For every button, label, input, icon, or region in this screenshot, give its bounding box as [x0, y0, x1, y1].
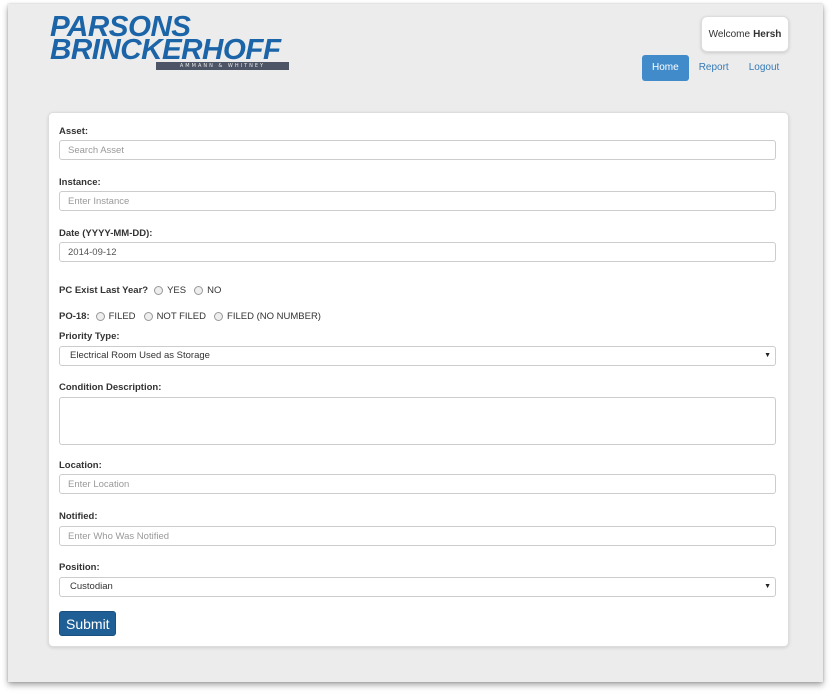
dropdown-caret-icon: ▼ [764, 352, 771, 359]
logo-subline: AMMANN & WHITNEY [156, 62, 289, 70]
company-logo: PARSONS BRINCKERHOFF AMMANN & WHITNEY [50, 13, 290, 72]
pc-exist-no-radio[interactable] [194, 286, 204, 295]
priority-label: Priority Type: [59, 331, 120, 342]
notified-label: Notified: [59, 511, 98, 522]
pc-exist-label: PC Exist Last Year? [59, 285, 149, 296]
condition-description-textarea[interactable] [59, 397, 776, 445]
pc-exist-row: PC Exist Last Year? YES NO [59, 285, 227, 296]
priority-type-value: Electrical Room Used as Storage [70, 350, 210, 361]
nav-report[interactable]: Report [689, 55, 739, 81]
asset-label: Asset: [59, 126, 89, 137]
po18-label: PO-18: [59, 311, 90, 322]
pc-exist-no-label: NO [207, 285, 222, 296]
main-nav: Home Report Logout [642, 55, 789, 81]
date-label: Date (YYYY-MM-DD): [59, 228, 153, 239]
notified-input[interactable] [59, 526, 776, 546]
po18-row: PO-18: FILED NOT FILED FILED (NO NUMBER) [59, 311, 327, 322]
nav-logout[interactable]: Logout [739, 55, 790, 81]
user-name: Hersh [753, 28, 782, 40]
submit-button[interactable]: Submit [59, 611, 116, 636]
po18-not-filed-label: NOT FILED [156, 311, 207, 322]
pc-exist-yes-radio[interactable] [154, 286, 164, 295]
welcome-text: Welcome [708, 28, 751, 40]
condition-label: Condition Description: [59, 382, 162, 393]
pc-exist-yes-label: YES [167, 285, 187, 296]
po18-filed-no-number-radio[interactable] [214, 312, 224, 321]
position-value: Custodian [70, 581, 113, 592]
po18-not-filed-radio[interactable] [143, 312, 153, 321]
po18-filed-no-number-label: FILED (NO NUMBER) [227, 311, 321, 322]
asset-search-input[interactable] [59, 140, 776, 160]
logo-line-2: BRINCKERHOFF [50, 34, 281, 66]
location-label: Location: [59, 460, 102, 471]
app-window: PARSONS BRINCKERHOFF AMMANN & WHITNEY We… [8, 4, 823, 682]
dropdown-caret-icon: ▼ [764, 583, 771, 590]
position-label: Position: [59, 562, 100, 573]
po18-filed-label: FILED [108, 311, 136, 322]
location-input[interactable] [59, 474, 776, 494]
po18-filed-radio[interactable] [95, 312, 105, 321]
nav-home[interactable]: Home [642, 55, 689, 81]
instance-input[interactable] [59, 191, 776, 211]
welcome-box: Welcome Hersh [701, 16, 789, 52]
instance-label: Instance: [59, 177, 101, 188]
priority-type-select[interactable]: Electrical Room Used as Storage ▼ [59, 346, 776, 366]
position-select[interactable]: Custodian ▼ [59, 577, 776, 597]
asset-form-panel: Asset: Instance: Date (YYYY-MM-DD): PC E… [48, 112, 789, 647]
date-input[interactable] [59, 242, 776, 262]
